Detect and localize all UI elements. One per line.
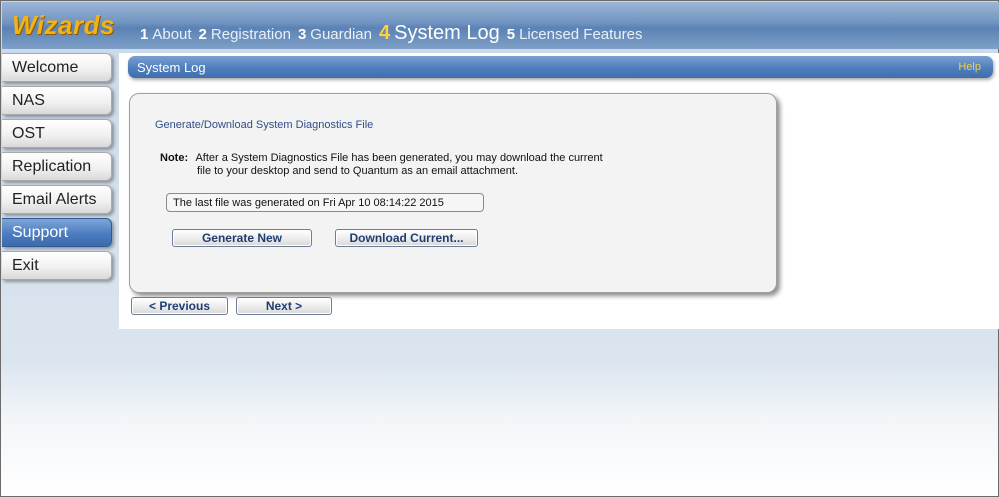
sidebar-item-welcome[interactable]: Welcome [2, 53, 112, 82]
step-label: System Log [394, 22, 500, 44]
step-label: About [152, 26, 192, 43]
sidebar-item-email-alerts[interactable]: Email Alerts [2, 185, 112, 214]
note-line-1: After a System Diagnostics File has been… [195, 152, 603, 164]
next-button[interactable]: Next > [236, 297, 332, 315]
diagnostics-card: Generate/Download System Diagnostics Fil… [129, 93, 777, 293]
step-registration[interactable]: 2 Registration [199, 26, 291, 43]
wizards-logo: Wizards [12, 10, 115, 40]
panel-titlebar: System Log Help [128, 56, 993, 78]
download-current-button[interactable]: Download Current... [335, 229, 478, 247]
sidebar-item-ost[interactable]: OST [2, 119, 112, 148]
sidebar: Welcome NAS OST Replication Email Alerts… [2, 53, 112, 284]
step-label: Licensed Features [519, 26, 643, 43]
step-about[interactable]: 1 About [140, 26, 192, 43]
step-guardian[interactable]: 3 Guardian [298, 26, 372, 43]
app-frame: Wizards 1 About 2 Registration 3 Guardia… [0, 0, 999, 497]
main-panel: System Log Help Generate/Download System… [119, 53, 999, 329]
generate-new-button[interactable]: Generate New [172, 229, 312, 247]
step-number: 5 [506, 26, 516, 43]
step-licensed-features[interactable]: 5 Licensed Features [507, 26, 643, 43]
sidebar-item-exit[interactable]: Exit [2, 251, 112, 280]
sidebar-item-replication[interactable]: Replication [2, 152, 112, 181]
step-label: Guardian [310, 26, 372, 43]
sidebar-item-nas[interactable]: NAS [2, 86, 112, 115]
previous-button[interactable]: < Previous [131, 297, 228, 315]
step-number: 2 [198, 26, 207, 43]
note-label: Note: [160, 152, 189, 164]
step-number: 3 [297, 26, 307, 43]
note-text: Note: After a System Diagnostics File ha… [160, 152, 603, 178]
note-line-2: file to your desktop and send to Quantum… [197, 165, 519, 177]
last-file-status: The last file was generated on Fri Apr 1… [166, 193, 484, 212]
step-number: 1 [140, 26, 149, 43]
step-label: Registration [210, 26, 291, 43]
wizard-header: Wizards 1 About 2 Registration 3 Guardia… [2, 2, 999, 49]
section-title: Generate/Download System Diagnostics Fil… [155, 119, 374, 131]
wizard-steps: 1 About 2 Registration 3 Guardian 4 Syst… [140, 22, 649, 46]
step-system-log[interactable]: 4 System Log [379, 22, 500, 45]
help-link[interactable]: Help [958, 61, 981, 73]
sidebar-item-support[interactable]: Support [2, 218, 112, 247]
panel-title: System Log [137, 60, 206, 75]
step-number: 4 [379, 22, 391, 44]
